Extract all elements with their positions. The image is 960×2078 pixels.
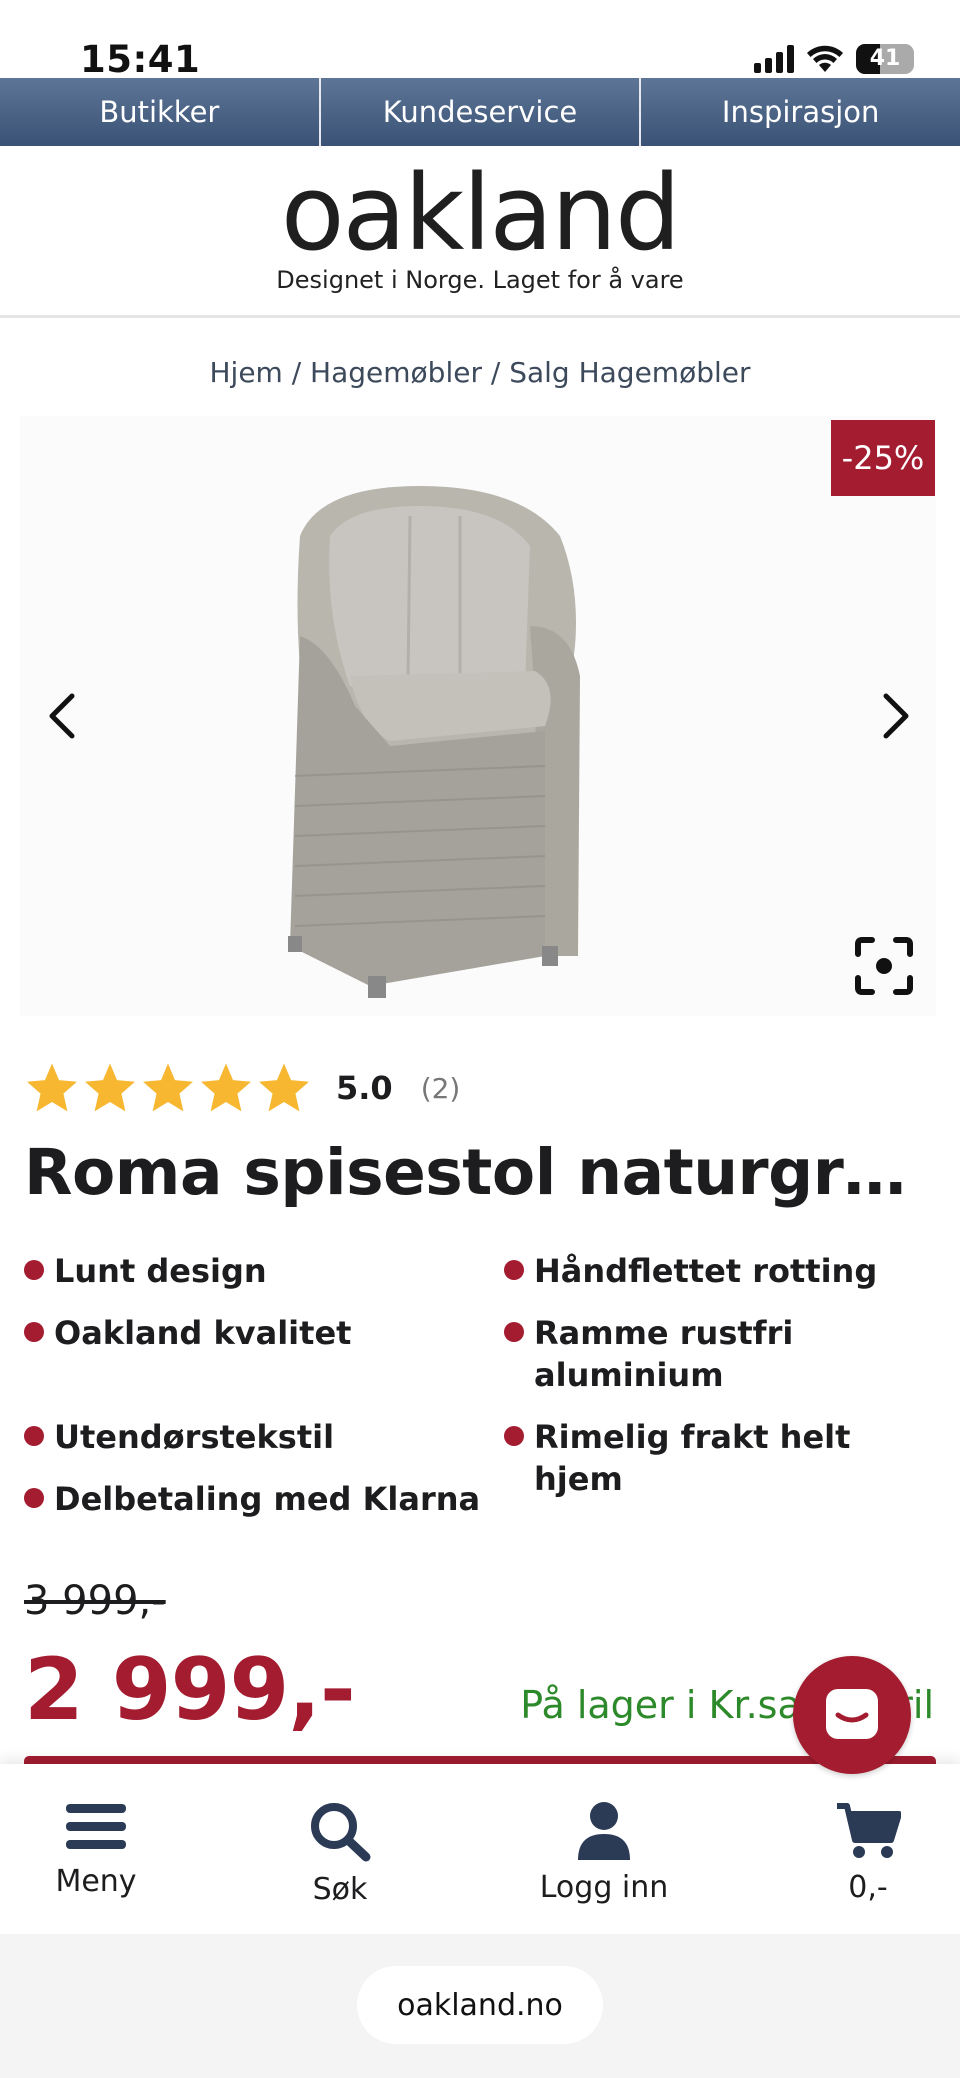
feature-item: Oakland kvalitet xyxy=(24,1312,351,1354)
rating-value: 5.0 xyxy=(336,1069,393,1107)
bottom-nav-label: Logg inn xyxy=(539,1870,669,1905)
top-nav-butikker[interactable]: Butikker xyxy=(0,78,321,146)
cellular-signal-icon xyxy=(754,45,794,73)
star-icon xyxy=(259,1063,309,1112)
feature-item: Ramme rustfri aluminium xyxy=(504,1312,824,1396)
status-time: 15:41 xyxy=(80,38,201,81)
search-icon xyxy=(311,1803,371,1862)
product-title: Roma spisestol naturgrå r... xyxy=(24,1136,936,1209)
bottom-nav-search[interactable]: Søk xyxy=(250,1800,430,1907)
zoom-icon[interactable] xyxy=(854,936,914,996)
feature-item: Håndflettet rotting xyxy=(504,1250,877,1292)
user-icon xyxy=(578,1802,630,1860)
chevron-left-icon[interactable] xyxy=(40,686,90,746)
bottom-nav-login[interactable]: Logg inn xyxy=(514,1800,694,1905)
bottom-nav-label: Søk xyxy=(312,1872,368,1907)
bottom-nav-menu[interactable]: Meny xyxy=(6,1800,186,1899)
bottom-nav: Meny Søk Logg inn 0,- xyxy=(0,1764,960,1934)
review-count[interactable]: (2) xyxy=(421,1072,461,1105)
status-bar: 15:41 41 xyxy=(0,0,960,81)
feature-item: Lunt design xyxy=(24,1250,267,1292)
tagline: Designet i Norge. Laget for å vare xyxy=(276,266,684,294)
menu-icon xyxy=(66,1804,126,1849)
discount-badge: -25% xyxy=(831,420,935,496)
product-gallery[interactable]: -25% xyxy=(20,416,936,1016)
feature-item: Delbetaling med Klarna xyxy=(24,1478,480,1520)
star-icon xyxy=(143,1063,193,1112)
rating-stars xyxy=(24,1060,312,1116)
cart-total: 0,- xyxy=(848,1870,888,1905)
battery-icon: 41 xyxy=(856,44,914,74)
sale-price: 2 999,- xyxy=(24,1640,356,1740)
cart-icon xyxy=(837,1803,901,1858)
bottom-nav-cart[interactable]: 0,- xyxy=(778,1800,958,1905)
browser-bar: oakland.no xyxy=(0,1934,960,2078)
top-nav-kundeservice[interactable]: Kundeservice xyxy=(321,78,642,146)
star-icon xyxy=(201,1063,251,1112)
product-image xyxy=(288,486,580,998)
top-nav: Butikker Kundeservice Inspirasjon xyxy=(0,78,960,146)
chat-button[interactable] xyxy=(793,1656,911,1774)
breadcrumb[interactable]: Hjem / Hagemøbler / Salg Hagemøbler xyxy=(0,356,960,389)
feature-item: Utendørstekstil xyxy=(24,1416,334,1458)
site-logo[interactable]: oakland xyxy=(0,152,960,274)
feature-item: Rimelig frakt helt hjem xyxy=(504,1416,936,1500)
star-icon xyxy=(85,1063,135,1112)
site-header: oakland Designet i Norge. Laget for å va… xyxy=(0,146,960,318)
chat-icon xyxy=(826,1689,878,1739)
old-price: 3 999,- xyxy=(24,1578,166,1624)
chevron-right-icon[interactable] xyxy=(868,686,918,746)
url-field[interactable]: oakland.no xyxy=(357,1966,603,2044)
wifi-icon xyxy=(807,45,843,72)
product-rating[interactable]: 5.0 (2) xyxy=(24,1060,460,1116)
status-icons: 41 xyxy=(754,44,914,74)
star-icon xyxy=(27,1063,77,1112)
top-nav-inspirasjon[interactable]: Inspirasjon xyxy=(641,78,960,146)
battery-level: 41 xyxy=(869,46,901,71)
bottom-nav-label: Meny xyxy=(55,1864,137,1899)
